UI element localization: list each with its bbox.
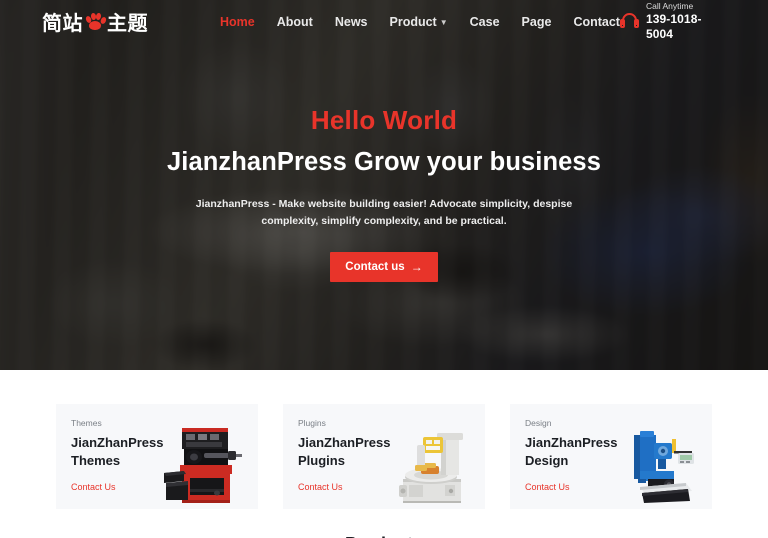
nav-item-contact[interactable]: Contact xyxy=(573,15,620,29)
hero-subtitle: JianzhanPress - Make website building ea… xyxy=(195,198,573,228)
red-workbench-machine-image xyxy=(164,428,242,503)
nav-label-page: Page xyxy=(521,14,552,29)
headset-icon xyxy=(619,12,639,31)
feature-card-plugins[interactable]: Plugins JianZhanPress Plugins Contact Us xyxy=(283,404,485,509)
nav-label-news: News xyxy=(334,14,368,29)
card-title-themes: JianZhanPress Themes xyxy=(71,435,164,468)
card-title-plugins: JianZhanPress Plugins xyxy=(298,435,391,468)
phone-number: 139-1018-5004 xyxy=(645,11,702,41)
card-link-themes[interactable]: Contact Us xyxy=(71,482,116,492)
nav-label-case: Case xyxy=(469,14,500,29)
card-link-design[interactable]: Contact Us xyxy=(525,482,570,492)
nav-item-home[interactable]: Home xyxy=(220,15,255,29)
nav-label-contact: Contact xyxy=(573,14,620,29)
grey-rotary-machine-image xyxy=(399,433,463,503)
arrow-right-icon: → xyxy=(410,259,423,274)
hero-heading: JianzhanPress Grow your business xyxy=(166,148,601,176)
feature-card-themes[interactable]: Themes JianZhanPress Themes Contact Us xyxy=(56,404,258,509)
nav-label-about: About xyxy=(276,14,313,29)
products-heading: Products xyxy=(0,534,768,538)
feature-cards-row: Themes JianZhanPress Themes Contact Us P… xyxy=(0,404,768,509)
header-phone-block[interactable]: Call Anytime 139-1018-5004 xyxy=(619,1,726,42)
card-link-plugins[interactable]: Contact Us xyxy=(298,482,343,492)
logo-text-right: 主题 xyxy=(107,13,148,35)
hero-eyebrow: Hello World xyxy=(310,105,458,135)
main-navigation: Home About News Product ▼ Case Page Cont… xyxy=(220,15,620,29)
hero-cta-button[interactable]: Contact us → xyxy=(330,251,438,282)
chevron-down-icon: ▼ xyxy=(439,18,448,27)
nav-label-home: Home xyxy=(220,14,255,29)
call-anytime-label: Call Anytime xyxy=(645,1,694,12)
blue-milling-machine-image xyxy=(634,431,694,503)
site-logo[interactable]: 简站 主题 xyxy=(42,7,148,36)
hero-cta-label: Contact us xyxy=(345,260,405,273)
hero-section: 简站 主题 Home About News Product ▼ Case Pag… xyxy=(0,0,768,370)
card-eyebrow-design: Design xyxy=(525,418,552,429)
paw-icon xyxy=(84,12,107,31)
feature-cards-section: Themes JianZhanPress Themes Contact Us P… xyxy=(0,370,768,538)
logo-text-left: 简站 xyxy=(42,13,83,35)
hero-content: Hello World JianzhanPress Grow your busi… xyxy=(0,105,768,282)
card-title-design: JianZhanPress Design xyxy=(525,435,618,468)
nav-item-product[interactable]: Product ▼ xyxy=(390,15,448,29)
nav-item-case[interactable]: Case xyxy=(470,15,500,29)
feature-card-design[interactable]: Design JianZhanPress Design Contact Us xyxy=(510,404,712,509)
card-eyebrow-plugins: Plugins xyxy=(298,418,326,429)
nav-label-product: Product xyxy=(389,14,437,29)
nav-item-news[interactable]: News xyxy=(335,15,368,29)
card-eyebrow-themes: Themes xyxy=(71,418,102,429)
nav-item-page[interactable]: Page xyxy=(522,15,552,29)
site-header: 简站 主题 Home About News Product ▼ Case Pag… xyxy=(0,0,768,43)
nav-item-about[interactable]: About xyxy=(277,15,313,29)
